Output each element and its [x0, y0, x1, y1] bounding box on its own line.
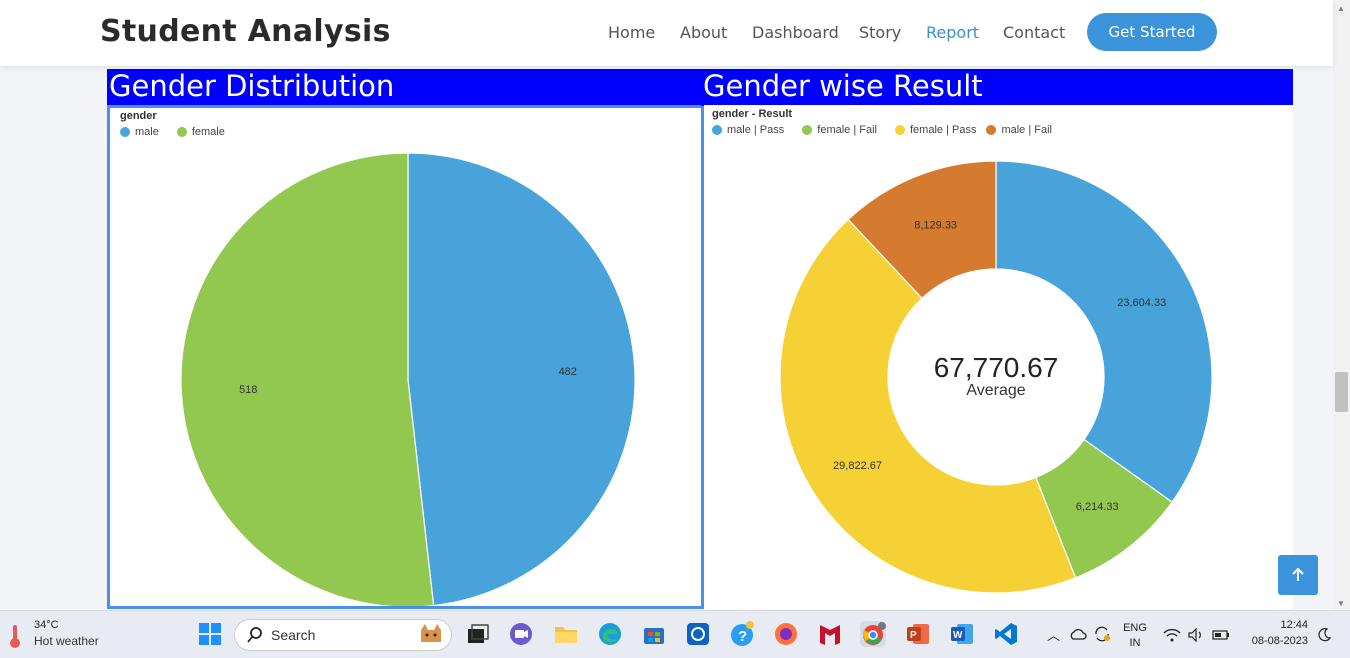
result-donut-slice-male-pass[interactable] — [995, 160, 1213, 503]
arrow-up-icon — [1292, 567, 1304, 581]
chrome-icon[interactable] — [860, 621, 886, 647]
gender-pie-data-label: 518 — [239, 384, 257, 396]
taskbar-search[interactable]: Search — [234, 619, 452, 651]
scroll-thumb[interactable] — [1335, 372, 1348, 412]
cat-illustration-icon — [421, 624, 441, 642]
result-donut-data-label: 29,822.67 — [833, 460, 882, 472]
system-tray: ︿ — [1045, 611, 1125, 658]
vscode-icon[interactable] — [993, 621, 1019, 647]
donut-center-label: Average — [966, 382, 1025, 399]
result-donut-data-label: 23,604.33 — [1117, 297, 1166, 309]
svg-text:W: W — [953, 630, 963, 641]
battery-icon[interactable] — [1212, 629, 1230, 641]
volume-icon[interactable] — [1188, 628, 1204, 642]
taskbar-clock[interactable]: 12:44 08-08-2023 — [1240, 619, 1308, 647]
nav-story[interactable]: Story — [859, 23, 901, 42]
edge-browser-icon[interactable] — [597, 621, 623, 647]
nav-report[interactable]: Report — [926, 23, 979, 42]
search-icon — [247, 627, 262, 643]
weather-widget[interactable]: 34°C Hot weather — [8, 619, 99, 649]
weather-description: Hot weather — [34, 634, 99, 648]
onedrive-cloud-icon[interactable] — [1069, 627, 1087, 641]
chevron-up-icon[interactable]: ︿ — [1047, 625, 1060, 644]
back-to-top-button[interactable] — [1278, 555, 1318, 595]
gender-pie-chart: 482 518 — [180, 152, 636, 606]
svg-text:?: ? — [738, 628, 747, 645]
clock-date: 08-08-2023 — [1251, 635, 1308, 647]
teams-meet-icon[interactable] — [508, 621, 534, 647]
nav-about[interactable]: About — [680, 23, 727, 42]
nav-home[interactable]: Home — [608, 23, 655, 42]
clock-time: 12:44 — [1280, 619, 1308, 631]
navbar: Student Analysis Home About Dashboard St… — [0, 0, 1333, 66]
powerpoint-icon[interactable]: P — [905, 621, 931, 647]
scroll-down-arrow-icon[interactable]: ▼ — [1337, 599, 1345, 608]
search-placeholder: Search — [271, 627, 316, 643]
svg-text:P: P — [910, 630, 917, 641]
mcafee-icon[interactable] — [817, 621, 843, 647]
microsoft-store-icon[interactable] — [641, 621, 667, 647]
firefox-icon[interactable] — [773, 621, 799, 647]
scroll-up-arrow-icon[interactable]: ▲ — [1337, 4, 1345, 13]
gender-distribution-panel: gender male female 482 518 — [107, 105, 704, 609]
windows-start-icon[interactable] — [197, 621, 223, 647]
result-donut-data-label: 6,214.33 — [1076, 501, 1119, 513]
task-view-icon[interactable] — [464, 621, 490, 647]
thermometer-icon — [10, 625, 20, 648]
result-donut-data-label: 8,129.33 — [914, 220, 957, 232]
notification-moon-icon[interactable] — [1316, 627, 1332, 643]
donut-center-value: 67,770.67 — [934, 352, 1059, 383]
language-code: ENG — [1123, 622, 1147, 634]
nav-contact[interactable]: Contact — [1003, 23, 1065, 42]
weather-temperature: 34°C — [34, 619, 59, 631]
file-explorer-icon[interactable] — [553, 621, 579, 647]
gender-pie-slice-male[interactable] — [407, 152, 636, 606]
gender-pie-data-label: 482 — [559, 366, 577, 378]
word-icon[interactable]: W — [949, 621, 975, 647]
gender-result-donut-chart: 23,604.33 6,214.33 29,822.67 8,129.33 67,770… — [779, 160, 1213, 594]
gender-wise-result-panel: gender - Result male | Pass female | Fai… — [704, 105, 1293, 609]
region-code: IN — [1129, 637, 1141, 649]
gender-wise-result-title: Gender wise Result — [701, 69, 1293, 106]
windows-taskbar: 34°C Hot weather Search ? P W ︿ ENG IN 1… — [0, 610, 1350, 658]
sync-icon[interactable] — [1093, 625, 1111, 643]
nav-dashboard[interactable]: Dashboard — [752, 23, 839, 42]
gender-distribution-title: Gender Distribution — [107, 69, 704, 106]
help-icon[interactable]: ? — [729, 621, 755, 647]
gender-pie-slice-female[interactable] — [180, 152, 435, 606]
get-started-button[interactable]: Get Started — [1087, 13, 1217, 51]
app-blue-icon[interactable] — [685, 621, 711, 647]
wifi-icon[interactable] — [1163, 628, 1181, 642]
page-scrollbar[interactable]: ▲ ▼ — [1333, 0, 1350, 610]
language-indicator[interactable]: ENG IN — [1122, 621, 1148, 658]
